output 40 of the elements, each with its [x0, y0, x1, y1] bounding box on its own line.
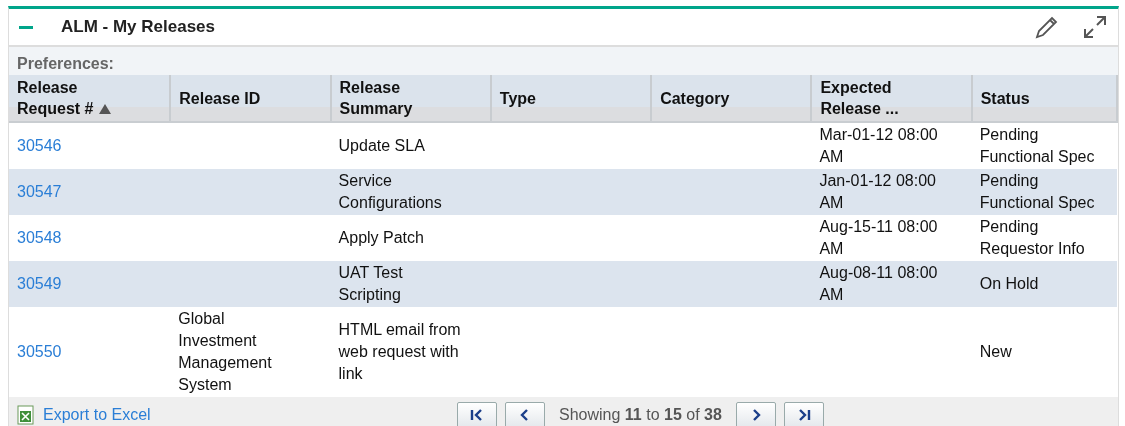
request-link[interactable]: 30548	[17, 229, 62, 246]
column-header[interactable]: Status	[971, 75, 1117, 122]
column-header[interactable]: Release Request #	[9, 75, 171, 122]
table-cell: Pending Functional Spec	[979, 172, 1095, 211]
table-cell: Global Investment Management System	[178, 310, 272, 393]
edit-icon[interactable]	[1034, 14, 1060, 40]
first-page-button[interactable]	[457, 402, 497, 426]
column-header[interactable]: Expected Release ...	[811, 75, 972, 122]
last-page-icon	[796, 409, 811, 421]
table-cell: Aug-08-11 08:00 AM	[819, 264, 938, 303]
preferences-label: Preferences:	[17, 55, 114, 72]
column-header[interactable]: Category	[651, 75, 812, 122]
next-page-button[interactable]	[735, 402, 776, 426]
column-header[interactable]: Type	[490, 75, 652, 122]
first-page-icon	[470, 409, 484, 421]
table-cell: New	[979, 343, 1012, 360]
table-cell: HTML email from web request with link	[338, 321, 461, 382]
maximize-icon[interactable]	[1082, 14, 1108, 40]
chevron-left-icon	[520, 409, 530, 421]
previous-page-button[interactable]	[505, 402, 545, 426]
table-cell: Service Configurations	[338, 172, 442, 211]
table-cell: Apply Patch	[338, 229, 424, 246]
table-cell: Aug-15-11 08:00 AM	[819, 218, 938, 257]
paging-info: Showing 11 to 15 of 38	[559, 406, 722, 424]
chevron-right-icon	[750, 409, 761, 421]
request-link[interactable]: 30550	[17, 343, 62, 360]
column-header[interactable]: Release ID	[170, 75, 331, 122]
table-cell: Pending Requestor Info	[979, 218, 1085, 257]
column-header[interactable]: Release Summary	[330, 75, 491, 122]
table-cell: UAT Test Scripting	[338, 264, 403, 303]
request-link[interactable]: 30546	[17, 137, 62, 154]
spreadsheet-icon	[17, 405, 35, 425]
export-link[interactable]: Export to Excel	[43, 406, 151, 424]
table-cell: On Hold	[979, 275, 1039, 292]
table-cell: Mar-01-12 08:00 AM	[819, 126, 938, 165]
table-cell: Jan-01-12 08:00 AM	[819, 172, 936, 211]
table-cell: Update SLA	[338, 137, 425, 154]
last-page-button[interactable]	[783, 402, 824, 426]
table-cell: Pending Functional Spec	[979, 126, 1095, 165]
panel-title: ALM - My Releases	[61, 17, 216, 37]
